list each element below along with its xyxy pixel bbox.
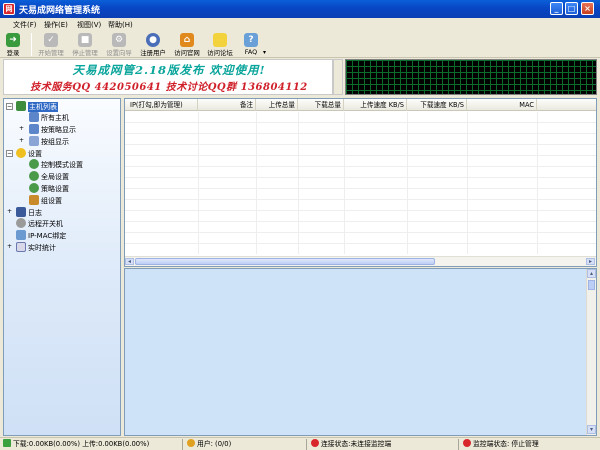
- scroll-up-icon[interactable]: ▴: [587, 269, 596, 278]
- banner-line-1: 天易成网管2.18版发布 欢迎使用!: [72, 63, 266, 77]
- collapse-icon[interactable]: −: [6, 103, 13, 110]
- maximize-button[interactable]: □: [565, 2, 578, 15]
- policy-settings-icon: [29, 183, 39, 193]
- host-list-table[interactable]: IP(打勾,即为管理) 备注 上传总量 下载总量 上传速度 KB/S 下载速度 …: [124, 98, 597, 267]
- scroll-left-icon[interactable]: ◂: [125, 258, 134, 265]
- title-bar: 网 天易成网络管理系统 _ □ ×: [0, 0, 600, 18]
- vertical-scrollbar[interactable]: ▴ ▾: [586, 269, 596, 435]
- column-header-download-speed[interactable]: 下载速度 KB/S: [407, 99, 467, 111]
- stats-icon: [16, 242, 26, 252]
- start-manage-icon: ✓: [44, 33, 58, 47]
- toolbar: ➜ 登录 ✓ 开始管理 ■ 停止管理 ⚙ 设置向导 ● 注册用户 ⌂ 访问官网 …: [0, 31, 600, 58]
- error-icon: [311, 439, 319, 447]
- status-separator: [458, 439, 459, 450]
- wizard-button[interactable]: ⚙ 设置向导: [102, 32, 136, 58]
- window-title: 天易成网络管理系统: [19, 6, 101, 16]
- minimize-button[interactable]: _: [550, 2, 563, 15]
- scroll-right-icon[interactable]: ▸: [586, 258, 595, 265]
- column-header-upload-speed[interactable]: 上传速度 KB/S: [344, 99, 407, 111]
- column-header-mac[interactable]: MAC: [467, 99, 537, 111]
- download-arrow-icon: [3, 439, 11, 447]
- connection-status: 连接状态:未连接监控端: [311, 439, 391, 450]
- register-user-button[interactable]: ● 注册用户: [136, 32, 170, 58]
- expand-icon[interactable]: +: [18, 126, 25, 133]
- status-separator: [306, 439, 307, 450]
- forum-icon: [213, 33, 227, 47]
- banner-line-2: 技术服务QQ 442050641 技术讨论QQ群 136804112: [30, 82, 308, 93]
- menu-bar: 文件(F) 操作(E) 视图(V) 帮助(H): [0, 18, 600, 31]
- control-mode-icon: [29, 159, 39, 169]
- expand-icon[interactable]: +: [6, 244, 13, 251]
- detail-pane[interactable]: ▴ ▾: [124, 268, 597, 436]
- visit-forum-button[interactable]: 访问论坛: [203, 32, 237, 58]
- login-icon: ➜: [6, 33, 20, 47]
- error-icon: [463, 439, 471, 447]
- computer-icon: [29, 124, 39, 134]
- scrollbar-thumb[interactable]: [588, 280, 595, 290]
- users-status: 用户: (0/0): [187, 439, 231, 450]
- column-header-note[interactable]: 备注: [198, 99, 256, 111]
- horizontal-scrollbar[interactable]: ◂ ▸: [125, 256, 596, 266]
- column-header-download-total[interactable]: 下载总量: [298, 99, 344, 111]
- group-settings-icon: [29, 195, 39, 205]
- menu-view[interactable]: 视图(V): [77, 20, 101, 30]
- start-manage-button[interactable]: ✓ 开始管理: [34, 32, 68, 58]
- menu-operation[interactable]: 操作(E): [44, 20, 68, 30]
- status-bar: 下载:0.00KB(0.00%) 上传:0.00KB(0.00%) 用户: (0…: [0, 437, 600, 450]
- scroll-down-icon[interactable]: ▾: [587, 425, 596, 434]
- traffic-monitor-graph: [345, 59, 597, 95]
- expand-icon[interactable]: +: [6, 209, 13, 216]
- status-separator: [182, 439, 183, 450]
- home-icon: ⌂: [180, 33, 194, 47]
- user-icon: [187, 439, 195, 447]
- toolbar-overflow-chevron-icon[interactable]: ▾: [263, 49, 266, 56]
- expand-icon[interactable]: +: [18, 138, 25, 145]
- register-user-icon: ●: [146, 33, 160, 47]
- close-button[interactable]: ×: [581, 2, 594, 15]
- settings-gear-icon: [16, 148, 26, 158]
- banner-scroll-handle[interactable]: [333, 59, 343, 95]
- log-icon: [16, 207, 26, 217]
- group-icon: [29, 136, 39, 146]
- navigation-tree: − 主机列表 所有主机 + 按策略显示 + 按组显示 − 设置 控制模式设置 全…: [3, 98, 121, 436]
- stop-manage-icon: ■: [78, 33, 92, 47]
- app-icon: 网: [3, 3, 15, 15]
- global-settings-icon: [29, 171, 39, 181]
- table-grid: [125, 112, 596, 254]
- announcement-banner: 天易成网管2.18版发布 欢迎使用! 技术服务QQ 442050641 技术讨论…: [3, 59, 333, 95]
- collapse-icon[interactable]: −: [6, 150, 13, 157]
- scrollbar-thumb[interactable]: [135, 258, 435, 265]
- ip-mac-icon: [16, 230, 26, 240]
- column-header-upload-total[interactable]: 上传总量: [256, 99, 298, 111]
- traffic-status: 下载:0.00KB(0.00%) 上传:0.00KB(0.00%): [3, 439, 149, 450]
- login-button[interactable]: ➜ 登录: [0, 32, 30, 58]
- column-header-ip[interactable]: IP(打勾,即为管理): [128, 99, 198, 111]
- wizard-icon: ⚙: [112, 33, 126, 47]
- menu-file[interactable]: 文件(F): [13, 20, 37, 30]
- toolbar-separator: [31, 33, 32, 56]
- search-icon: [16, 218, 26, 228]
- faq-icon: ?: [244, 33, 258, 47]
- stop-manage-button[interactable]: ■ 停止管理: [68, 32, 102, 58]
- host-list-icon: [16, 101, 26, 111]
- monitor-status: 监控端状态: 停止管理: [463, 439, 539, 450]
- computer-icon: [29, 112, 39, 122]
- table-header: IP(打勾,即为管理) 备注 上传总量 下载总量 上传速度 KB/S 下载速度 …: [125, 99, 596, 111]
- visit-website-button[interactable]: ⌂ 访问官网: [170, 32, 204, 58]
- menu-help[interactable]: 帮助(H): [108, 20, 133, 30]
